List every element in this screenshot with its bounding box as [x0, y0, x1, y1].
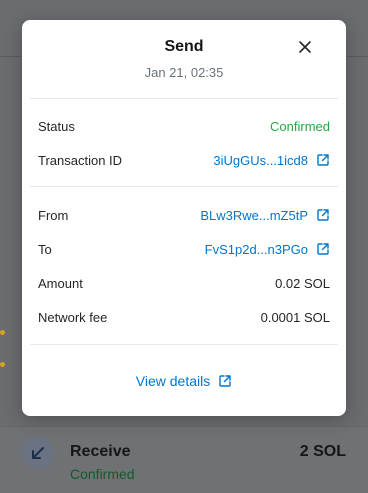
activity-status: Confirmed: [70, 466, 135, 482]
divider: [30, 186, 338, 187]
network-fee-row: Network fee 0.0001 SOL: [38, 307, 330, 327]
status-label: Status: [38, 118, 75, 134]
amount-label: Amount: [38, 275, 83, 291]
view-details-label: View details: [135, 373, 211, 389]
activity-title: Receive: [70, 443, 131, 460]
from-label: From: [38, 207, 69, 223]
from-address-value: BLw3Rwe...mZ5tP: [200, 207, 308, 223]
to-address-link[interactable]: FvS1p2d...n3PGo: [205, 242, 330, 257]
network-fee-label: Network fee: [38, 309, 108, 325]
transaction-id-row: Transaction ID 3iUgGUs...1icd8: [38, 150, 330, 170]
external-link-icon: [316, 153, 330, 167]
transaction-id-link[interactable]: 3iUgGUs...1icd8: [213, 153, 330, 168]
divider: [30, 344, 338, 345]
transaction-details-modal: Send Jan 21, 02:35 Status Confirmed Tran…: [22, 20, 346, 416]
status-value: Confirmed: [270, 118, 330, 134]
to-row: To FvS1p2d...n3PGo: [38, 239, 330, 259]
divider: [30, 98, 338, 99]
close-icon: [298, 40, 312, 54]
close-button[interactable]: [298, 40, 312, 54]
from-row: From BLw3Rwe...mZ5tP: [38, 205, 330, 225]
external-link-icon: [218, 374, 232, 388]
transaction-id-label: Transaction ID: [38, 152, 123, 168]
transaction-date: Jan 21, 02:35: [144, 65, 224, 80]
to-address-value: FvS1p2d...n3PGo: [204, 241, 308, 257]
status-row: Status Confirmed: [38, 116, 330, 136]
indicator-dot: [0, 330, 5, 335]
amount-value: 0.02 SOL: [275, 275, 330, 291]
activity-amount: 2 SOL: [299, 443, 346, 460]
indicator-dot: [0, 362, 5, 367]
amount-row: Amount 0.02 SOL: [38, 273, 330, 293]
from-address-link[interactable]: BLw3Rwe...mZ5tP: [200, 208, 330, 223]
receive-icon: [22, 437, 54, 469]
view-details-link[interactable]: View details: [22, 371, 346, 391]
external-link-icon: [316, 242, 330, 256]
network-fee-value: 0.0001 SOL: [260, 309, 330, 325]
external-link-icon: [316, 208, 330, 222]
transaction-id-value: 3iUgGUs...1icd8: [213, 152, 308, 168]
to-label: To: [38, 241, 52, 257]
activity-list-item[interactable]: Receive Confirmed 2 SOL: [0, 426, 368, 493]
modal-header: Send Jan 21, 02:35: [22, 20, 346, 98]
